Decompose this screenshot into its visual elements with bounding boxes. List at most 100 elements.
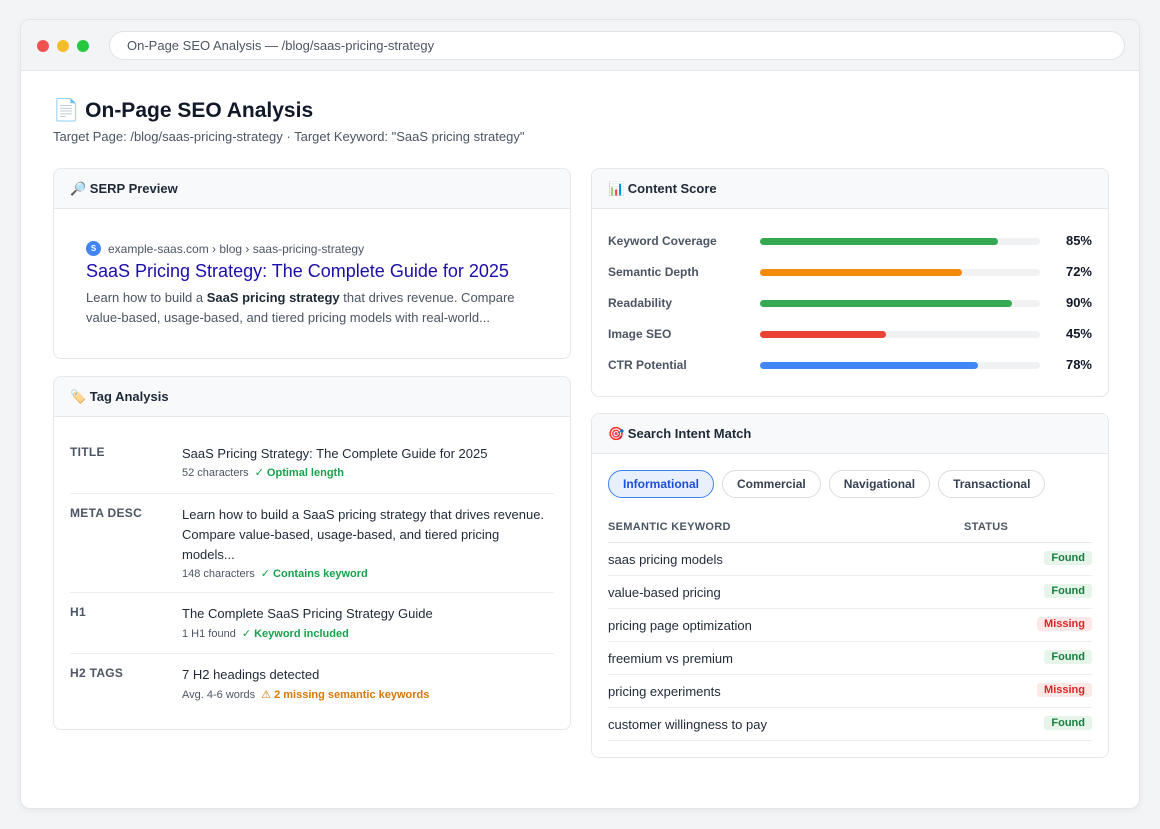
tag-status: ✓ Contains keyword (260, 568, 368, 580)
keyword-name: pricing page optimization (608, 618, 752, 633)
tag-status-warning: ⚠ 2 missing semantic keywords (261, 689, 430, 701)
tag-value: 7 H2 headings detected (182, 667, 320, 682)
keyword-name: value-based pricing (608, 585, 721, 600)
score-row: Semantic Depth 72% (608, 262, 1092, 282)
score-bar-track (760, 269, 1040, 276)
serp-desc-before: Learn how to build a (86, 290, 207, 305)
score-row: Image SEO 45% (608, 324, 1092, 344)
score-label: Semantic Depth (608, 265, 699, 279)
score-row: CTR Potential 78% (608, 355, 1092, 375)
keyword-name: saas pricing models (608, 552, 723, 567)
score-bar-fill (760, 331, 886, 338)
tag-label: TITLE (70, 445, 105, 459)
keyword-row: saas pricing models Found (608, 543, 1092, 576)
minimize-window-button[interactable] (57, 40, 69, 52)
status-badge: Missing (1037, 683, 1092, 697)
search-intent-heading: 🎯 Search Intent Match (592, 414, 1108, 454)
window-chrome: On-Page SEO Analysis — /blog/saas-pricin… (21, 20, 1139, 71)
tag-label: H1 (70, 605, 86, 619)
tag-meta: 52 characters ✓ Optimal length (182, 466, 344, 480)
browser-window: On-Page SEO Analysis — /blog/saas-pricin… (20, 19, 1140, 809)
score-label: Keyword Coverage (608, 234, 717, 248)
tag-row-h2: H2 TAGS 7 H2 headings detected Avg. 4-6 … (70, 654, 554, 715)
tag-meta-count: Avg. 4-6 words (182, 688, 256, 701)
score-row: Readability 90% (608, 293, 1092, 313)
serp-preview-card: 🔎 SERP Preview S example-saas.com › blog… (53, 168, 571, 359)
score-bar-track (760, 300, 1040, 307)
page-subtitle: Target Page: /blog/saas-pricing-strategy… (53, 129, 525, 144)
intent-pill-navigational[interactable]: Navigational (828, 470, 931, 498)
score-bar-fill (760, 269, 962, 276)
address-bar[interactable]: On-Page SEO Analysis — /blog/saas-pricin… (109, 31, 1125, 60)
intent-pill-commercial[interactable]: Commercial (722, 470, 821, 498)
tag-meta-count: 1 H1 found (182, 627, 236, 640)
serp-preview-heading: 🔎 SERP Preview (54, 169, 570, 209)
tag-analysis-heading: 🏷️ Tag Analysis (54, 377, 570, 417)
score-label: Image SEO (608, 327, 672, 341)
status-badge: Found (1044, 551, 1092, 565)
tag-status: ✓ Keyword included (241, 628, 349, 640)
tag-meta: 1 H1 found ✓ Keyword included (182, 627, 349, 641)
status-badge: Missing (1037, 617, 1092, 631)
keyword-row: value-based pricing Found (608, 576, 1092, 609)
serp-description: Learn how to build a SaaS pricing strate… (86, 288, 526, 328)
maximize-window-button[interactable] (77, 40, 89, 52)
score-bar-track (760, 238, 1040, 245)
tag-meta-count: 148 characters (182, 567, 255, 580)
tag-value: The Complete SaaS Pricing Strategy Guide (182, 606, 433, 621)
serp-url: example-saas.com › blog › saas-pricing-s… (108, 241, 365, 256)
score-label: CTR Potential (608, 358, 687, 372)
keyword-row: freemium vs premium Found (608, 642, 1092, 675)
intent-pills: Informational Commercial Navigational Tr… (608, 470, 1046, 498)
close-window-button[interactable] (37, 40, 49, 52)
search-intent-card: 🎯 Search Intent Match Informational Comm… (591, 413, 1109, 758)
score-value: 72% (1065, 264, 1092, 279)
keyword-row: pricing page optimization Missing (608, 609, 1092, 642)
score-bar-fill (760, 362, 979, 369)
score-value: 85% (1065, 233, 1092, 248)
tag-label: META DESC (70, 506, 143, 520)
tag-row-h1: H1 The Complete SaaS Pricing Strategy Gu… (70, 593, 554, 654)
intent-pill-transactional[interactable]: Transactional (938, 470, 1046, 498)
score-row: Keyword Coverage 85% (608, 231, 1092, 251)
status-badge: Found (1044, 716, 1092, 730)
intent-pill-informational[interactable]: Informational (608, 470, 715, 498)
favicon-icon: S (86, 241, 101, 256)
score-bar-track (760, 331, 1040, 338)
tag-row-meta-desc: META DESC Learn how to build a SaaS pric… (70, 494, 554, 593)
score-bar-fill (760, 238, 998, 245)
tag-value: SaaS Pricing Strategy: The Complete Guid… (182, 446, 488, 461)
tag-analysis-card: 🏷️ Tag Analysis TITLE SaaS Pricing Strat… (53, 376, 571, 730)
keyword-row: pricing experiments Missing (608, 675, 1092, 708)
score-bar-track (760, 362, 1040, 369)
keyword-row: customer willingness to pay Found (608, 708, 1092, 741)
score-label: Readability (608, 296, 673, 310)
serp-url-line: S example-saas.com › blog › saas-pricing… (86, 241, 364, 256)
serp-desc-keyword: SaaS pricing strategy (206, 290, 340, 305)
tag-status: ✓ Optimal length (254, 467, 344, 479)
keyword-name: customer willingness to pay (608, 717, 767, 732)
content-score-heading: 📊 Content Score (592, 169, 1108, 209)
score-value: 78% (1065, 357, 1092, 372)
content-score-card: 📊 Content Score Keyword Coverage 85% Sem… (591, 168, 1109, 397)
score-value: 45% (1065, 326, 1092, 341)
score-value: 90% (1065, 295, 1092, 310)
tag-value: Learn how to build a SaaS pricing strate… (182, 507, 545, 562)
tag-meta: Avg. 4-6 words ⚠ 2 missing semantic keyw… (182, 688, 430, 702)
column-header-keyword: SEMANTIC KEYWORD (608, 521, 731, 533)
status-badge: Found (1044, 584, 1092, 598)
keyword-name: pricing experiments (608, 684, 721, 699)
serp-title-link[interactable]: SaaS Pricing Strategy: The Complete Guid… (86, 261, 509, 282)
keyword-table-header: SEMANTIC KEYWORD STATUS (608, 521, 1092, 543)
document-icon: 📄 (53, 99, 80, 122)
status-badge: Found (1044, 650, 1092, 664)
column-header-status: STATUS (964, 521, 1009, 533)
keyword-name: freemium vs premium (608, 651, 733, 666)
tag-row-title: TITLE SaaS Pricing Strategy: The Complet… (70, 433, 554, 494)
page-title-text: On-Page SEO Analysis (85, 99, 314, 122)
score-bar-fill (760, 300, 1012, 307)
tag-label: H2 TAGS (70, 666, 124, 680)
page-title: 📄 On-Page SEO Analysis (53, 99, 313, 123)
tag-meta-count: 52 characters (182, 466, 249, 479)
tag-meta: 148 characters ✓ Contains keyword (182, 567, 368, 581)
